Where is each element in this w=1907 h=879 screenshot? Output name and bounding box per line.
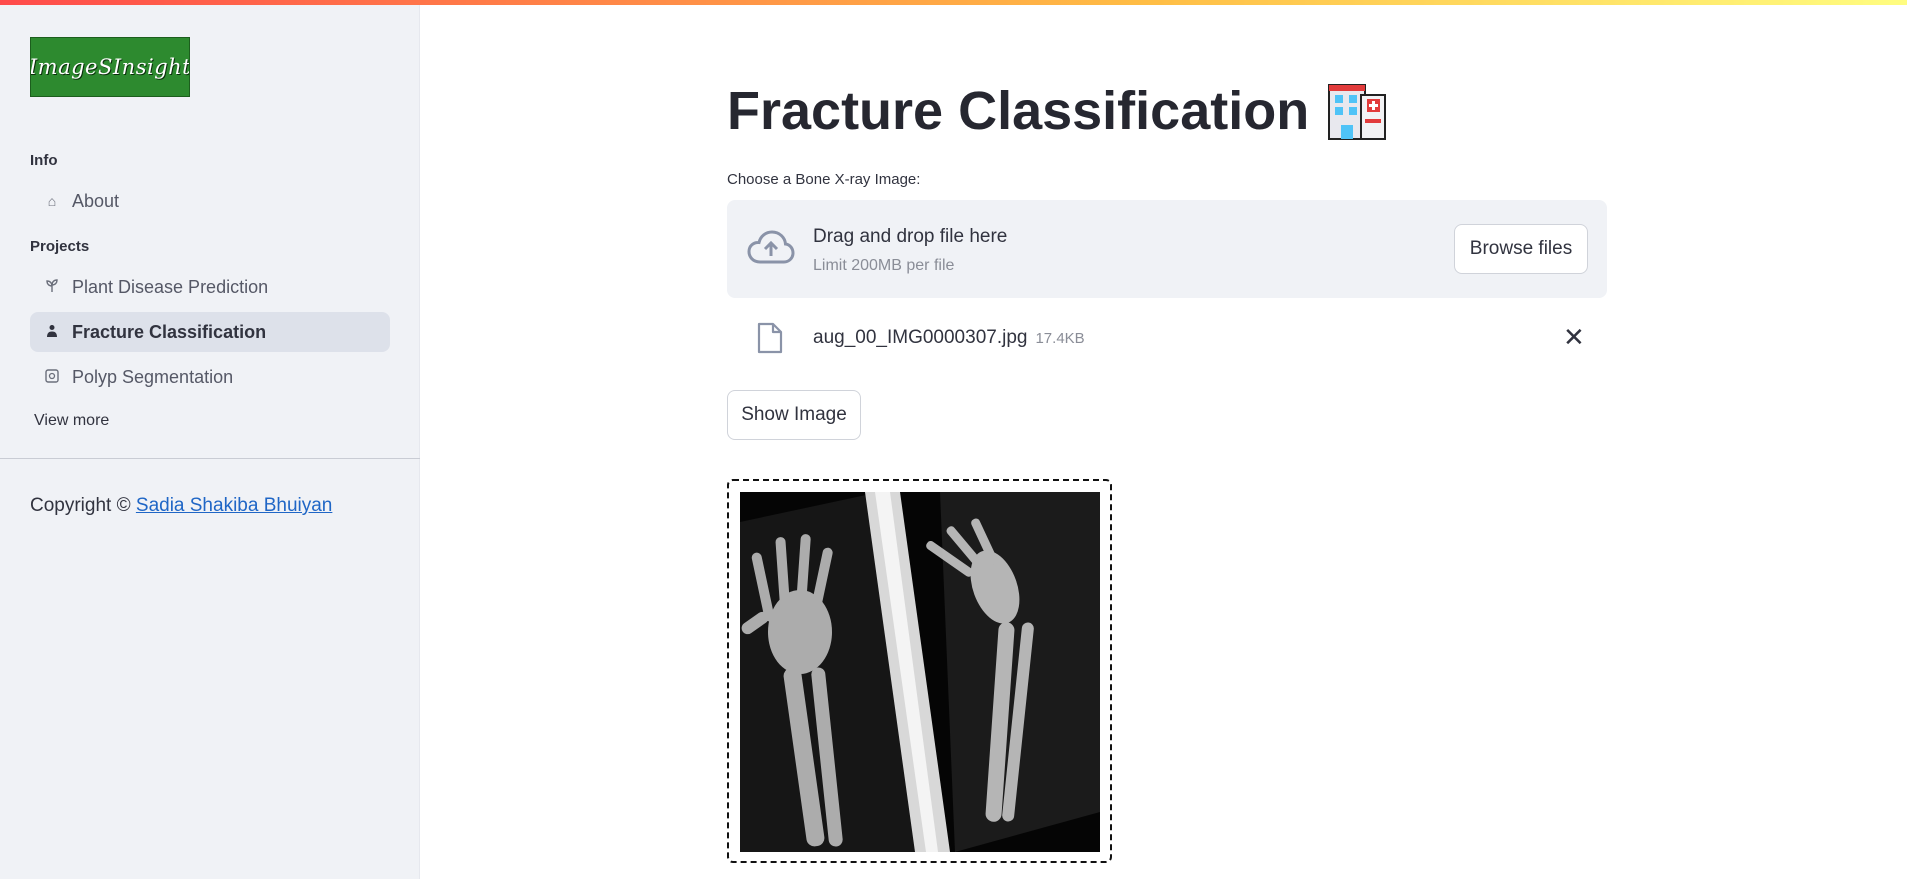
author-link[interactable]: Sadia Shakiba Bhuiyan — [136, 495, 332, 516]
remove-file-close-icon[interactable]: ✕ — [1563, 324, 1585, 350]
xray-image — [740, 492, 1100, 852]
file-size: 17.4KB — [1035, 330, 1085, 347]
xray-image-frame — [727, 479, 1112, 863]
hospital-icon — [1327, 81, 1387, 141]
view-more-link[interactable]: View more — [34, 412, 109, 430]
sidebar-item-about[interactable]: ⌂ About — [30, 181, 390, 221]
section-label-projects: Projects — [30, 238, 90, 255]
copyright-prefix: Copyright © — [30, 495, 131, 516]
sprout-icon — [42, 278, 62, 296]
sidebar-item-polyp-segmentation[interactable]: Polyp Segmentation — [30, 357, 390, 397]
file-dropzone[interactable]: Drag and drop file here Limit 200MB per … — [727, 200, 1607, 298]
sidebar: ImageSInsight Info ⌂ About Projects Plan… — [0, 5, 420, 879]
dropzone-title: Drag and drop file here — [813, 226, 1008, 247]
sidebar-item-label: About — [72, 190, 120, 211]
page-title: Fracture Classification — [727, 80, 1387, 142]
sidebar-item-label: Fracture Classification — [72, 321, 267, 342]
cloud-upload-icon — [747, 228, 795, 268]
sidebar-item-plant-disease-prediction[interactable]: Plant Disease Prediction — [30, 267, 390, 307]
file-name-text: aug_00_IMG0000307.jpg — [813, 327, 1028, 348]
dropzone-limit: Limit 200MB per file — [813, 257, 955, 274]
uploader-label: Choose a Bone X-ray Image: — [727, 171, 921, 188]
copyright-text: Copyright © Sadia Shakiba Bhuiyan — [30, 495, 332, 517]
sidebar-divider — [0, 458, 420, 459]
page-title-text: Fracture Classification — [727, 81, 1310, 141]
file-name: aug_00_IMG0000307.jpg 17.4KB — [813, 327, 1085, 349]
logo-text: ImageSInsight — [30, 55, 190, 79]
sidebar-item-label: Plant Disease Prediction — [72, 276, 269, 297]
browse-files-button[interactable]: Browse files — [1454, 224, 1588, 274]
app-logo[interactable]: ImageSInsight — [30, 37, 190, 97]
sidebar-item-label: Polyp Segmentation — [72, 366, 234, 387]
home-icon: ⌂ — [47, 193, 57, 209]
sidebar-item-fracture-classification[interactable]: Fracture Classification — [30, 312, 390, 352]
person-icon — [42, 324, 62, 341]
section-label-info: Info — [30, 152, 58, 169]
file-icon — [757, 322, 783, 354]
image-icon — [42, 368, 62, 386]
uploaded-file-row: aug_00_IMG0000307.jpg 17.4KB ✕ — [727, 318, 1607, 360]
show-image-button[interactable]: Show Image — [727, 390, 861, 440]
